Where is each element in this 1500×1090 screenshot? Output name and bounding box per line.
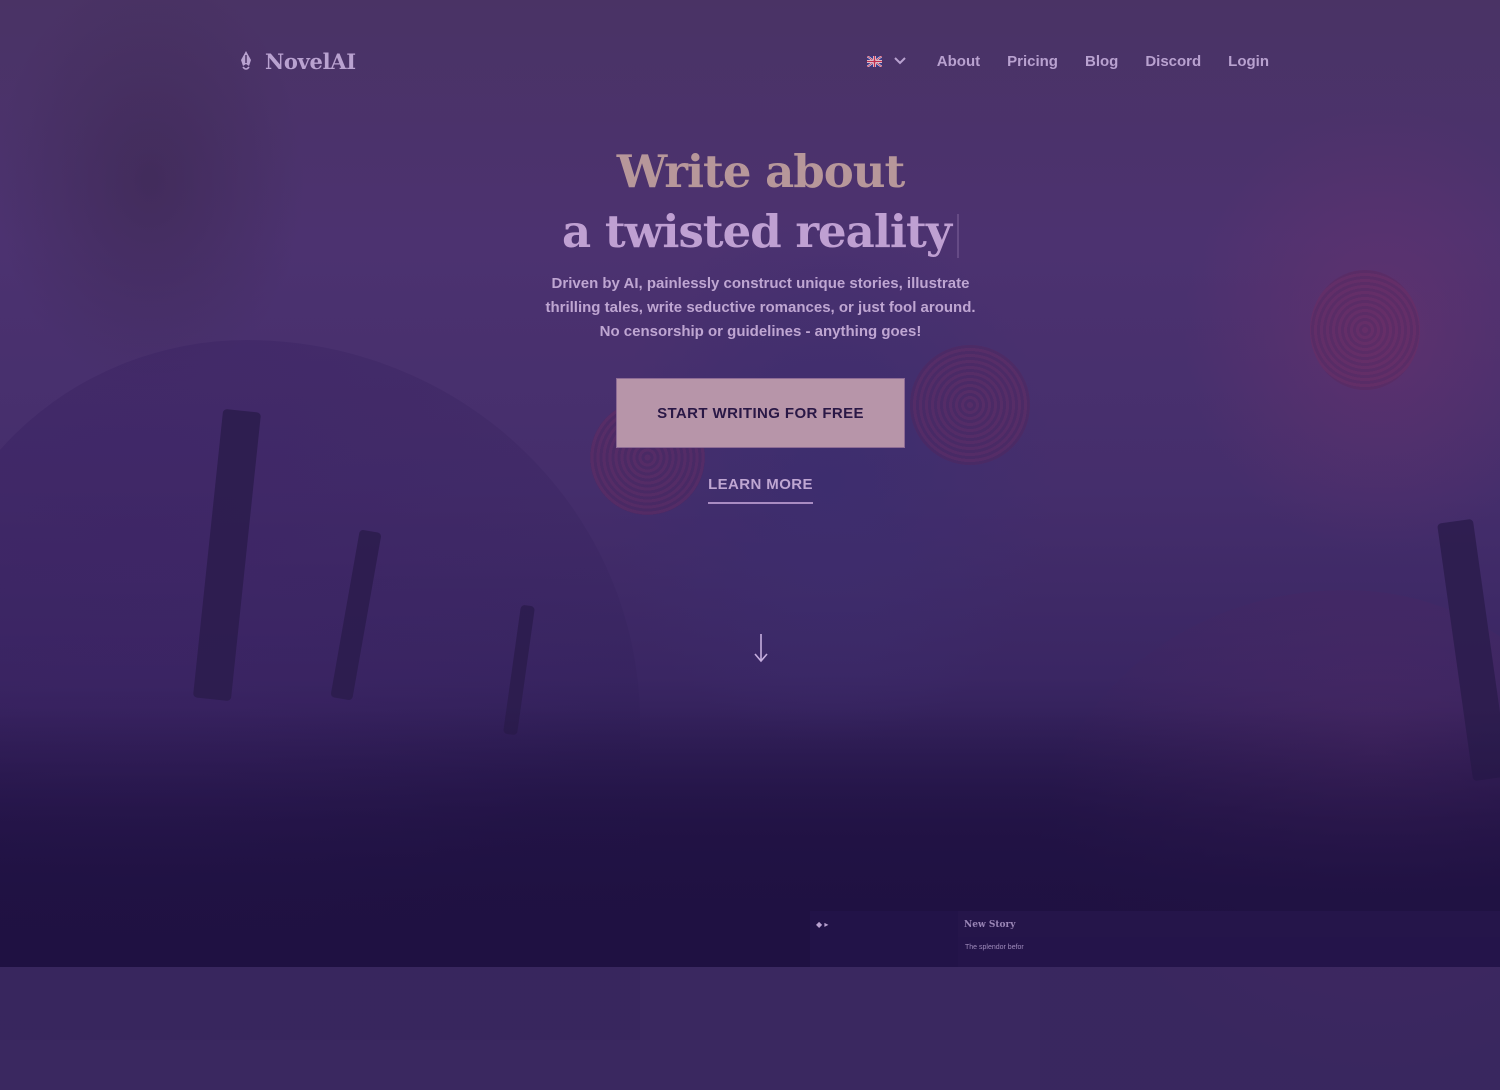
preview-story-text: The splendor befor — [965, 944, 1024, 951]
nav-links: About Pricing Blog Discord Login — [866, 53, 1269, 70]
hero-title-line-1: Write about — [616, 145, 906, 198]
hero-title: Write about a twisted reality — [0, 142, 1500, 262]
arrow-down-icon[interactable] — [751, 632, 771, 664]
hero-subtitle: Driven by AI, painlessly construct uniqu… — [545, 275, 976, 340]
hero-section: Write about a twisted reality Driven by … — [0, 142, 1500, 504]
nav-link-pricing[interactable]: Pricing — [1007, 53, 1058, 70]
hero-title-line-2-text: a twisted reality — [562, 205, 952, 258]
preview-sidebar: ◆ ▸ — [810, 911, 958, 967]
app-preview: ◆ ▸ New Story The splendor befor — [810, 911, 1500, 967]
uk-flag-icon — [866, 55, 882, 67]
nav-link-blog[interactable]: Blog — [1085, 53, 1118, 70]
hero-title-line-2: a twisted reality — [562, 202, 959, 262]
brand-name: NovelAI — [265, 48, 356, 74]
nav-link-login[interactable]: Login — [1228, 53, 1269, 70]
preview-controls: ◆ ▸ — [816, 920, 829, 929]
nav-link-discord[interactable]: Discord — [1145, 53, 1201, 70]
brand-logo-link[interactable]: NovelAI — [237, 49, 356, 74]
preview-editor — [958, 937, 1500, 967]
quill-pen-icon — [241, 51, 251, 70]
chevron-down-icon — [894, 57, 906, 65]
learn-more-link[interactable]: LEARN MORE — [708, 476, 813, 504]
nav-link-about[interactable]: About — [937, 53, 980, 70]
language-selector[interactable] — [866, 55, 906, 67]
typing-caret — [956, 213, 959, 258]
preview-story-title: New Story — [964, 920, 1016, 930]
top-nav: NovelAI About Pricing Blog Discord Login — [237, 44, 1269, 78]
start-writing-button[interactable]: START WRITING FOR FREE — [616, 378, 905, 448]
